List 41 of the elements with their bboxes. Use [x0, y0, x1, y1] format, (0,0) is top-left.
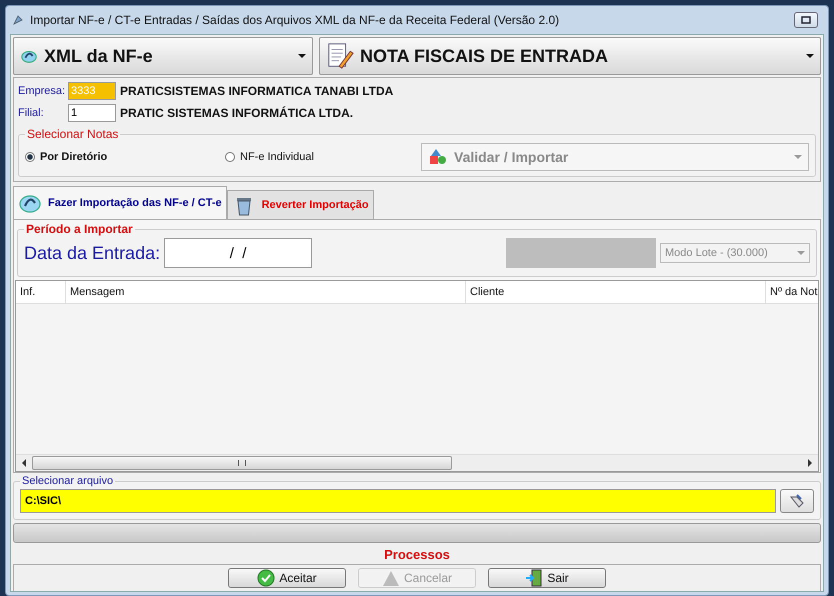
- column-header[interactable]: Nº da Not: [766, 281, 818, 303]
- browse-button[interactable]: [780, 489, 814, 513]
- date-label: Data da Entrada:: [24, 242, 160, 264]
- group-title: Selecionar arquivo: [21, 475, 114, 487]
- scrollbar-thumb[interactable]: [32, 456, 452, 470]
- column-header[interactable]: Inf.: [16, 281, 66, 303]
- module-dropdown[interactable]: NOTA FISCAIS DE ENTRADA: [319, 37, 821, 75]
- branch-name: PRATIC SISTEMAS INFORMÁTICA LTDA.: [120, 106, 354, 120]
- group-title: Selecionar Notas: [26, 127, 120, 141]
- field-label: Filial:: [18, 107, 45, 119]
- filial-code-field[interactable]: 1: [68, 104, 116, 122]
- restore-icon: [801, 16, 811, 24]
- action-button[interactable]: Aceitar: [228, 568, 346, 588]
- caret-icon: [298, 54, 306, 58]
- field-label: Empresa:: [18, 85, 64, 97]
- caret-icon: [797, 251, 805, 255]
- radio-option[interactable]: Por Diretório: [25, 151, 225, 163]
- checkmark-icon: [257, 569, 276, 587]
- restore-button[interactable]: [794, 12, 818, 28]
- process-label: Processos: [383, 546, 451, 564]
- triangle-icon: [382, 569, 400, 587]
- tab[interactable]: Fazer Importação das NF-e / CT-e: [13, 186, 227, 219]
- radio-option[interactable]: NF-e Individual: [225, 151, 421, 163]
- module-dropdown[interactable]: XML da NF-e: [13, 37, 313, 75]
- action-button[interactable]: Sair: [488, 568, 606, 588]
- app-icon: [12, 14, 24, 26]
- shapes-icon: [428, 147, 448, 167]
- tab[interactable]: Reverter Importação: [226, 190, 374, 219]
- caret-icon: [794, 155, 802, 159]
- column-header[interactable]: Cliente: [466, 281, 766, 303]
- caret-icon: [806, 54, 814, 58]
- file-path-field[interactable]: C:\SIC\: [20, 489, 776, 513]
- date-field[interactable]: / /: [164, 238, 312, 268]
- scroll-left-icon[interactable]: [22, 459, 26, 467]
- group-title: Período a Importar: [25, 222, 134, 236]
- window-title: Importar NF-e / CT-e Entradas / Saídas dos Arquivos XML da NF-e da Receita Federal (Versão 2.0): [30, 13, 560, 27]
- exit-door-icon: [525, 569, 544, 587]
- company-name: PRATICSISTEMAS INFORMATICA TANABI LTDA: [120, 84, 394, 98]
- column-header[interactable]: Mensagem: [66, 281, 466, 303]
- scroll-right-icon[interactable]: [808, 459, 812, 467]
- document-pencil-icon: [326, 42, 354, 70]
